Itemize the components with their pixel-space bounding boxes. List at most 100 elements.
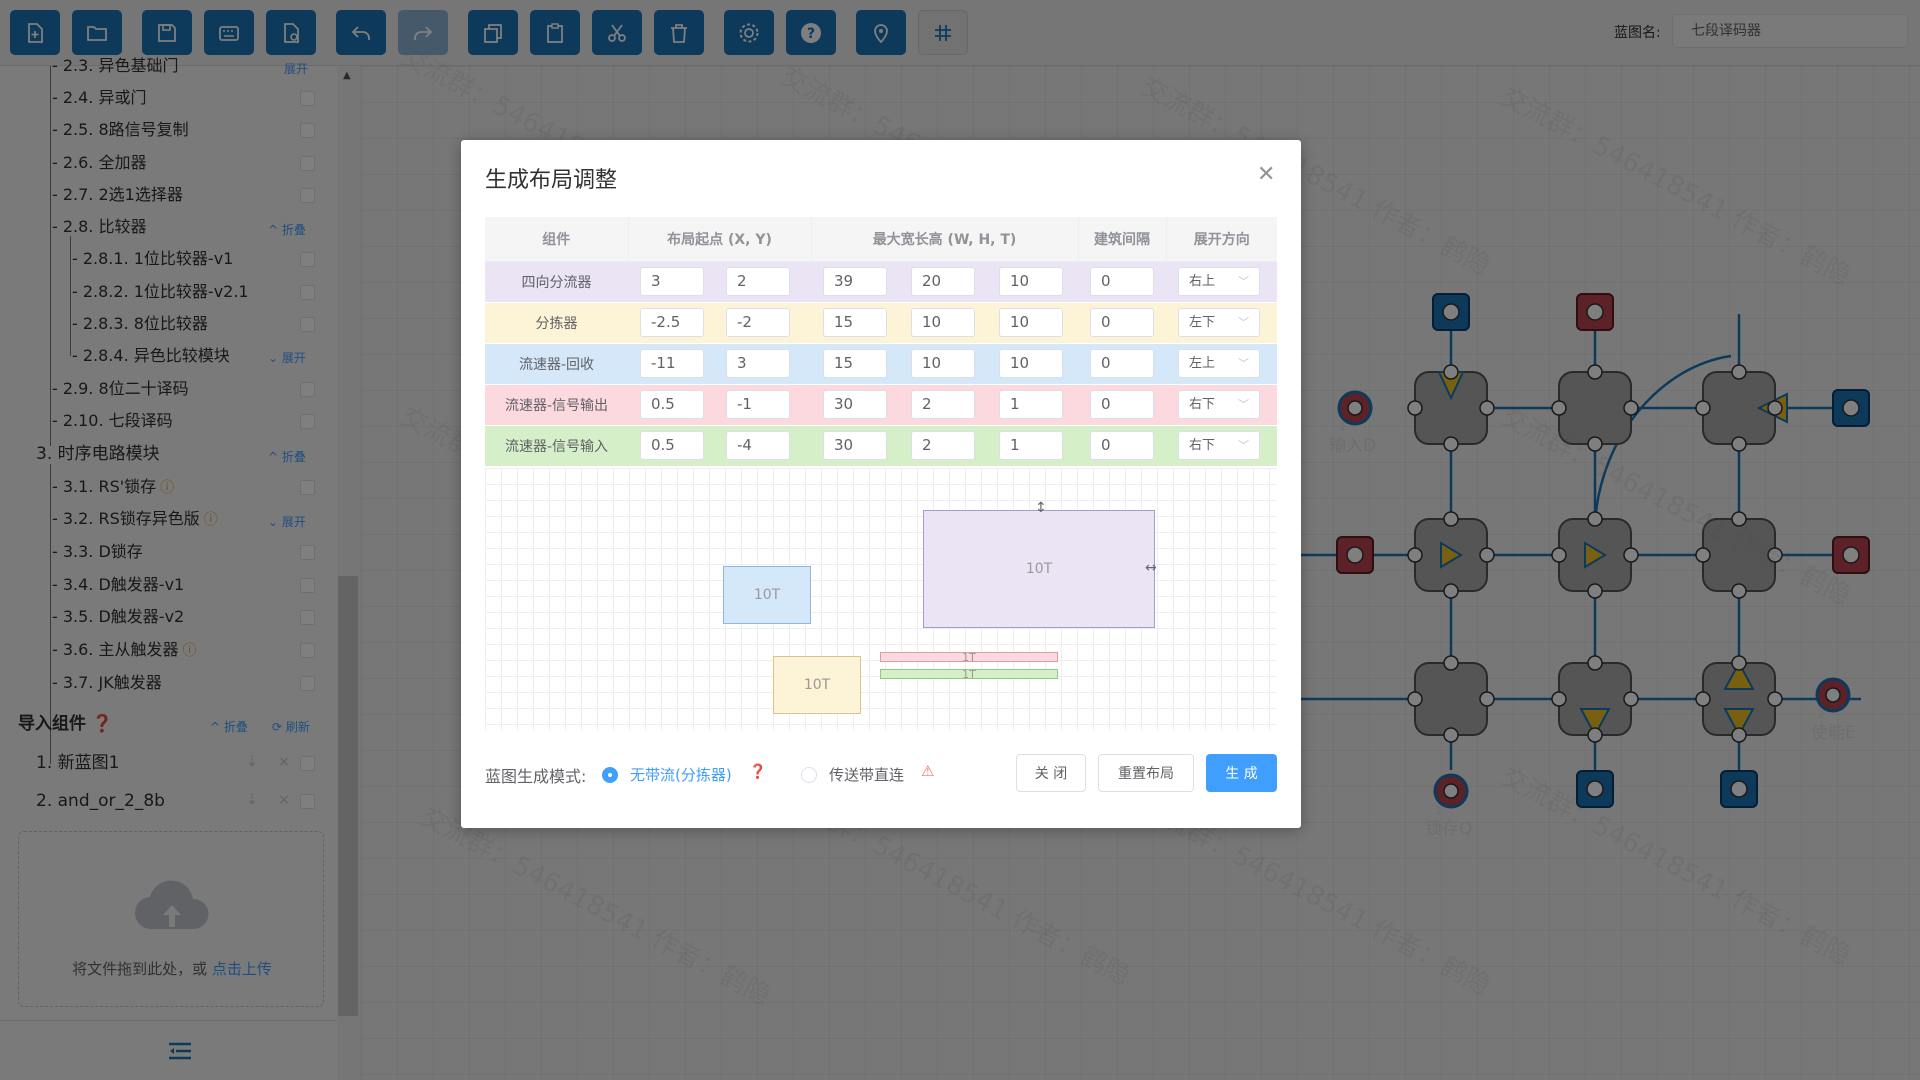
- table-cell: 右下 ﹀: [1166, 425, 1277, 467]
- direction-value: 右下: [1189, 438, 1216, 453]
- x-input[interactable]: 3: [640, 267, 704, 296]
- table-cell: 0.5 -4: [628, 425, 811, 467]
- chevron-down-icon: ﹀: [1238, 275, 1249, 288]
- column-header: 布局起点 (X, Y): [628, 217, 812, 262]
- table-cell: 流速器-回收: [485, 343, 628, 385]
- h-input[interactable]: 20: [911, 267, 975, 296]
- resize-horizontal-icon[interactable]: ↔: [1145, 560, 1157, 576]
- preview-recycle-box[interactable]: 10T: [723, 566, 811, 624]
- table-cell: -11 3: [628, 343, 811, 385]
- direction-select[interactable]: 右下 ﹀: [1178, 431, 1260, 460]
- component-name: 流速器-信号输入: [504, 438, 609, 455]
- table-cell: 15 10 10: [811, 302, 1078, 344]
- table-cell: 30 2 1: [811, 425, 1078, 467]
- h-input[interactable]: 2: [911, 431, 975, 460]
- resize-vertical-icon[interactable]: ↕: [1035, 500, 1047, 516]
- warning-icon: ⚠: [921, 762, 935, 780]
- y-input[interactable]: -1: [726, 390, 790, 419]
- close-icon[interactable]: ✕: [1257, 162, 1275, 187]
- component-name: 分拣器: [535, 315, 578, 332]
- component-name: 四向分流器: [521, 274, 592, 291]
- gap-input[interactable]: 0: [1090, 349, 1154, 378]
- direction-select[interactable]: 右上 ﹀: [1178, 267, 1260, 296]
- preview-signal-output-box[interactable]: 1T: [880, 651, 1058, 664]
- chevron-down-icon: ﹀: [1238, 357, 1249, 370]
- direction-select[interactable]: 右下 ﹀: [1178, 390, 1260, 419]
- table-cell: -2.5 -2: [628, 302, 811, 344]
- w-input[interactable]: 30: [823, 431, 887, 460]
- column-header: 组件: [485, 217, 629, 262]
- table-cell: 0.5 -1: [628, 384, 811, 426]
- mode-radio-belt[interactable]: [801, 767, 817, 783]
- h-input[interactable]: 2: [911, 390, 975, 419]
- x-input[interactable]: -2.5: [640, 308, 704, 337]
- table-cell: 分拣器: [485, 302, 628, 344]
- column-header: 最大宽长高 (W, H, T): [811, 217, 1079, 262]
- table-cell: 39 20 10: [811, 261, 1078, 303]
- table-cell: 0: [1078, 261, 1166, 303]
- t-input[interactable]: 1: [999, 431, 1063, 460]
- mode-radio-sorter[interactable]: [602, 767, 618, 783]
- direction-select[interactable]: 左上 ﹀: [1178, 349, 1260, 378]
- h-input[interactable]: 10: [911, 308, 975, 337]
- column-header: 展开方向: [1166, 217, 1277, 262]
- table-cell: 15 10 10: [811, 343, 1078, 385]
- mode-option-label[interactable]: 传送带直连: [829, 764, 904, 785]
- table-row: 流速器-信号输入 0.5 -4 30 2 1 0 右下 ﹀: [485, 425, 1277, 467]
- t-input[interactable]: 10: [999, 267, 1063, 296]
- table-cell: 32: [628, 261, 811, 303]
- table-cell: 流速器-信号输入: [485, 425, 628, 467]
- x-input[interactable]: 0.5: [640, 431, 704, 460]
- x-input[interactable]: 0.5: [640, 390, 704, 419]
- generate-button[interactable]: 生 成: [1206, 754, 1277, 792]
- w-input[interactable]: 15: [823, 349, 887, 378]
- preview-sorter-box[interactable]: 10T: [773, 656, 861, 714]
- table-row: 分拣器 -2.5 -2 15 10 10 0 左下 ﹀: [485, 302, 1277, 344]
- table-row: 四向分流器 3 2 39 20 10 0 右上 ﹀: [485, 261, 1277, 303]
- table-cell: 0: [1078, 384, 1166, 426]
- table-header-row: 组件 布局起点 (X, Y) 最大宽长高 (W, H, T) 建筑间隔 展开方向: [485, 217, 1277, 262]
- w-input[interactable]: 15: [823, 308, 887, 337]
- app-window: ? 蓝图名: 七段译码器 - 2.3. 异色基础门 展开 - 2.4. 异或门 …: [0, 0, 1920, 1080]
- gap-input[interactable]: 0: [1090, 431, 1154, 460]
- t-input[interactable]: 10: [999, 308, 1063, 337]
- table-cell: 0: [1078, 425, 1166, 467]
- y-input[interactable]: 3: [726, 349, 790, 378]
- preview-signal-input-box[interactable]: 1T: [880, 668, 1058, 681]
- t-input[interactable]: 10: [999, 349, 1063, 378]
- direction-value: 右上: [1189, 274, 1216, 289]
- component-name: 流速器-信号输出: [504, 397, 609, 414]
- h-input[interactable]: 10: [911, 349, 975, 378]
- y-input[interactable]: -2: [726, 308, 790, 337]
- help-icon[interactable]: ❓: [749, 764, 766, 780]
- direction-select[interactable]: 左下 ﹀: [1178, 308, 1260, 337]
- dialog-title: 生成布局调整: [485, 168, 618, 193]
- y-input[interactable]: -4: [726, 431, 790, 460]
- t-input[interactable]: 1: [999, 390, 1063, 419]
- gap-input[interactable]: 0: [1090, 308, 1154, 337]
- layout-table: 组件 布局起点 (X, Y) 最大宽长高 (W, H, T) 建筑间隔 展开方向…: [485, 217, 1277, 467]
- table-cell: 流速器-信号输出: [485, 384, 628, 426]
- component-name: 流速器-回收: [518, 356, 595, 373]
- table-cell: 左上 ﹀: [1166, 343, 1277, 385]
- table-cell: 0: [1078, 302, 1166, 344]
- table-row: 流速器-信号输出 0.5 -1 30 2 1 0 右下 ﹀: [485, 384, 1277, 426]
- gap-input[interactable]: 0: [1090, 390, 1154, 419]
- gap-input[interactable]: 0: [1090, 267, 1154, 296]
- table-cell: 0: [1078, 343, 1166, 385]
- preview-splitter-box[interactable]: 10T: [923, 510, 1155, 628]
- close-button[interactable]: 关 闭: [1016, 754, 1086, 792]
- chevron-down-icon: ﹀: [1238, 316, 1249, 329]
- chevron-down-icon: ﹀: [1238, 439, 1249, 452]
- table-cell: 右下 ﹀: [1166, 384, 1277, 426]
- x-input[interactable]: -11: [640, 349, 704, 378]
- table-cell: 左下 ﹀: [1166, 302, 1277, 344]
- y-input[interactable]: 2: [726, 267, 790, 296]
- layout-preview[interactable]: 10T ↕ ↔ 10T 10T 1T 1T: [485, 468, 1277, 730]
- w-input[interactable]: 30: [823, 390, 887, 419]
- reset-layout-button[interactable]: 重置布局: [1098, 754, 1194, 792]
- mode-option-label[interactable]: 无带流(分拣器): [630, 764, 732, 785]
- w-input[interactable]: 39: [823, 267, 887, 296]
- mode-label: 蓝图生成模式:: [485, 767, 587, 786]
- table-cell: 四向分流器: [485, 261, 628, 303]
